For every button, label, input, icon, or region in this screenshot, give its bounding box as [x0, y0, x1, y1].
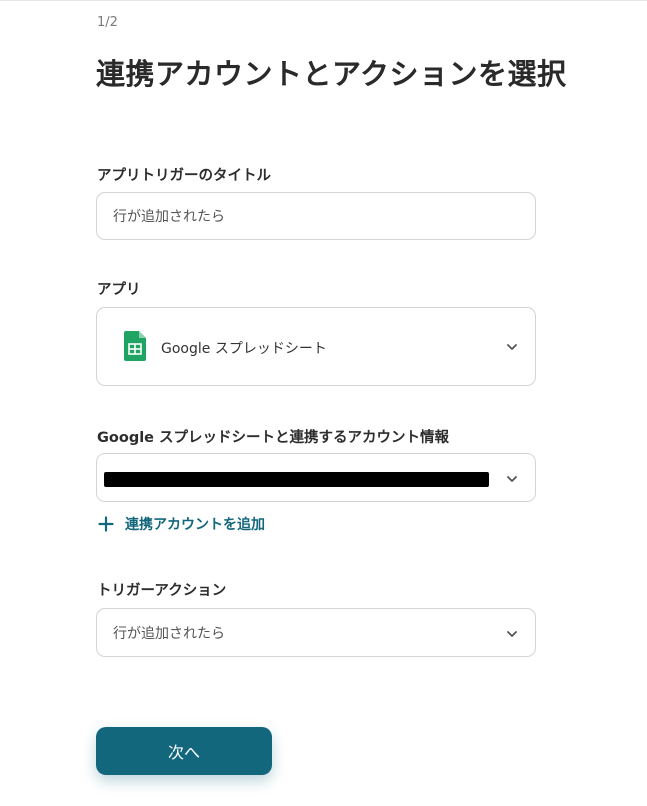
add-account-label: 連携アカウントを追加: [125, 517, 265, 533]
add-account-link[interactable]: 連携アカウントを追加: [98, 514, 265, 534]
redacted-account-value: [104, 472, 489, 487]
chevron-down-icon: [507, 631, 517, 637]
page: 1/2 連携アカウントとアクションを選択 アプリトリガーのタイトル 行が追加され…: [0, 0, 647, 806]
trigger-title-input[interactable]: 行が追加されたら: [96, 192, 536, 240]
trigger-title-label: アプリトリガーのタイトル: [97, 168, 271, 184]
google-sheets-icon: [124, 331, 146, 361]
account-select[interactable]: [96, 453, 536, 502]
app-label: アプリ: [97, 282, 141, 298]
plus-icon: [98, 516, 114, 532]
trigger-action-value: 行が追加されたら: [113, 626, 225, 642]
trigger-title-value: 行が追加されたら: [113, 209, 225, 225]
step-indicator: 1/2: [97, 15, 118, 30]
next-button[interactable]: 次へ: [96, 727, 272, 775]
trigger-action-label: トリガーアクション: [97, 583, 227, 599]
chevron-down-icon: [507, 344, 517, 350]
app-selected-value: Google スプレッドシート: [161, 341, 327, 357]
page-title: 連携アカウントとアクションを選択: [96, 57, 567, 91]
trigger-action-select[interactable]: 行が追加されたら: [96, 608, 536, 657]
account-label: Google スプレッドシートと連携するアカウント情報: [97, 430, 450, 446]
app-select[interactable]: Google スプレッドシート: [96, 307, 536, 386]
chevron-down-icon: [507, 476, 517, 482]
